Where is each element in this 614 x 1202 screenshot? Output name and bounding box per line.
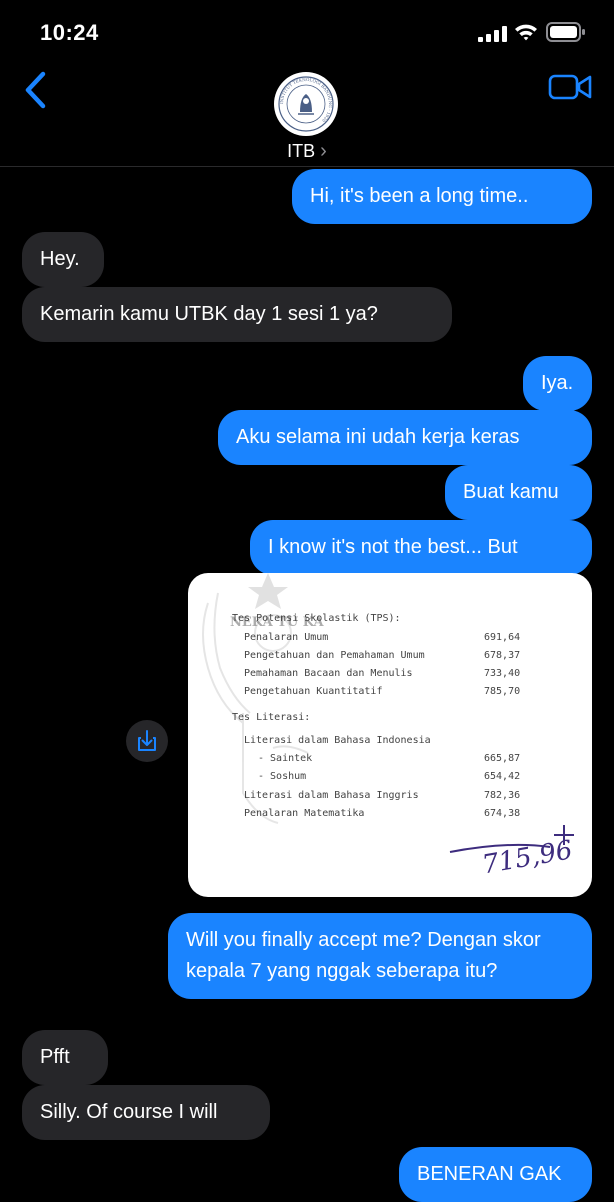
message-bubble-incoming[interactable]: Kemarin kamu UTBK day 1 sesi 1 ya?	[22, 287, 452, 342]
cellular-signal-icon	[478, 26, 507, 42]
message-text: Hi, it's been a long time..	[310, 185, 529, 207]
message-bubble-outgoing[interactable]: BENERAN GAK	[399, 1147, 592, 1202]
wifi-icon	[515, 24, 537, 41]
message-bubble-outgoing[interactable]: Will you finally accept me? Dengan skor …	[168, 913, 592, 999]
message-bubble-incoming[interactable]: Pfft	[22, 1030, 108, 1085]
conversation-header: INSTITUT TEKNOLOGI BANDUNG · 1920 ITB ›	[0, 64, 614, 167]
message-bubble-outgoing[interactable]: Hi, it's been a long time..	[292, 169, 592, 224]
message-bubble-incoming[interactable]: Hey.	[22, 232, 104, 287]
score-label: Literasi dalam Bahasa Inggris	[244, 790, 419, 801]
literasi-heading: Tes Literasi:	[232, 712, 311, 723]
score-value: 691,64	[484, 632, 521, 643]
score-label: Literasi dalam Bahasa Indonesia	[244, 735, 431, 746]
download-icon	[138, 730, 156, 751]
message-text: Silly. Of course I will	[40, 1101, 218, 1123]
score-value: 665,87	[484, 753, 521, 764]
score-label: Pemahaman Bacaan dan Menulis	[244, 668, 413, 679]
message-text: Iya.	[541, 372, 574, 394]
message-text: I know it's not the best... But	[268, 536, 518, 558]
message-text: Buat kamu	[463, 481, 559, 503]
video-call-icon[interactable]	[548, 72, 592, 102]
score-label: Penalaran Umum	[244, 632, 329, 643]
message-text: Pfft	[40, 1046, 70, 1068]
back-chevron-icon[interactable]	[22, 70, 48, 110]
score-label: - Saintek	[258, 753, 313, 764]
message-text: Kemarin kamu UTBK day 1 sesi 1 ya?	[40, 303, 378, 325]
score-value: 733,40	[484, 668, 521, 679]
message-bubble-outgoing[interactable]: Aku selama ini udah kerja keras	[218, 410, 592, 465]
contact-name-label: ITB	[287, 141, 316, 161]
message-text: Will you finally accept me? Dengan skor …	[186, 929, 541, 982]
score-value: 782,36	[484, 790, 521, 801]
contact-name[interactable]: ITB ›	[0, 140, 614, 163]
score-label: - Soshum	[258, 771, 307, 782]
contact-avatar[interactable]: INSTITUT TEKNOLOGI BANDUNG · 1920	[274, 72, 338, 136]
score-sheet-photo[interactable]: NEKA TU KA Tes Potensi Skolastik (TPS): …	[188, 573, 592, 897]
contact-chevron-icon: ›	[320, 140, 327, 162]
score-value: 678,37	[484, 650, 521, 661]
message-bubble-outgoing[interactable]: Buat kamu	[445, 465, 592, 520]
message-text: Hey.	[40, 248, 80, 270]
status-bar: 10:24	[0, 0, 614, 64]
score-value: 654,42	[484, 771, 521, 782]
message-text: Aku selama ini udah kerja keras	[236, 426, 520, 448]
score-label: Pengetahuan Kuantitatif	[244, 686, 383, 697]
score-label: Pengetahuan dan Pemahaman Umum	[244, 650, 425, 661]
message-text: BENERAN GAK	[417, 1163, 562, 1185]
score-value: 674,38	[484, 808, 521, 819]
save-image-button[interactable]	[126, 720, 168, 762]
tps-heading: Tes Potensi Skolastik (TPS):	[232, 613, 401, 624]
status-time: 10:24	[40, 20, 99, 45]
score-value: 785,70	[484, 686, 521, 697]
message-bubble-incoming[interactable]: Silly. Of course I will	[22, 1085, 270, 1140]
itb-logo-icon: INSTITUT TEKNOLOGI BANDUNG · 1920	[278, 76, 334, 132]
message-bubble-outgoing[interactable]: I know it's not the best... But	[250, 520, 592, 575]
score-label: Penalaran Matematika	[244, 808, 365, 819]
message-bubble-outgoing[interactable]: Iya.	[523, 356, 592, 411]
battery-icon	[546, 22, 585, 42]
